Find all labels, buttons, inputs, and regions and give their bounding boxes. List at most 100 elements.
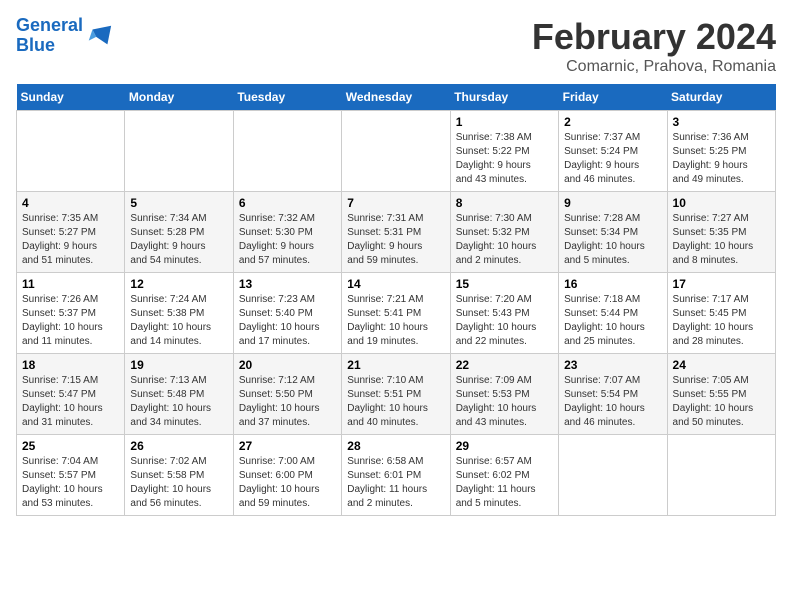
day-number: 12 [130,277,227,291]
calendar-week-0: 1 Sunrise: 7:38 AM Sunset: 5:22 PM Daylig… [17,111,776,192]
day-info: Sunrise: 7:37 AM Sunset: 5:24 PM Dayligh… [564,131,661,187]
day-header-wednesday: Wednesday [342,84,450,111]
day-number: 1 [456,115,553,129]
calendar-cell: 27 Sunrise: 7:00 AM Sunset: 6:00 PM Dayli… [233,435,341,516]
day-number: 29 [456,439,553,453]
day-info: Sunrise: 7:28 AM Sunset: 5:34 PM Dayligh… [564,212,661,268]
day-info: Sunrise: 6:57 AM Sunset: 6:02 PM Dayligh… [456,455,553,511]
calendar-cell [667,435,775,516]
day-info: Sunrise: 7:21 AM Sunset: 5:41 PM Dayligh… [347,293,444,349]
day-number: 9 [564,196,661,210]
day-header-monday: Monday [125,84,233,111]
day-number: 27 [239,439,336,453]
day-number: 6 [239,196,336,210]
calendar-cell: 24Sunrise: 7:05 AM Sunset: 5:55 PM Dayli… [667,354,775,435]
calendar-cell: 25 Sunrise: 7:04 AM Sunset: 5:57 PM Dayli… [17,435,125,516]
title-block: February 2024 Comarnic, Prahova, Romania [532,16,776,76]
day-number: 28 [347,439,444,453]
day-info: Sunrise: 7:09 AM Sunset: 5:53 PM Dayligh… [456,374,553,430]
day-info: Sunrise: 7:15 AM Sunset: 5:47 PM Dayligh… [22,374,119,430]
day-info: Sunrise: 7:17 AM Sunset: 5:45 PM Dayligh… [673,293,770,349]
day-number: 26 [130,439,227,453]
calendar-cell [125,111,233,192]
day-info: Sunrise: 7:13 AM Sunset: 5:48 PM Dayligh… [130,374,227,430]
day-info: Sunrise: 7:30 AM Sunset: 5:32 PM Dayligh… [456,212,553,268]
day-info: Sunrise: 7:32 AM Sunset: 5:30 PM Dayligh… [239,212,336,268]
calendar-cell [233,111,341,192]
day-number: 13 [239,277,336,291]
calendar-cell [559,435,667,516]
main-title: February 2024 [532,16,776,58]
day-number: 22 [456,358,553,372]
day-number: 17 [673,277,770,291]
calendar-cell: 23 Sunrise: 7:07 AM Sunset: 5:54 PM Dayli… [559,354,667,435]
calendar-cell: 29 Sunrise: 6:57 AM Sunset: 6:02 PM Dayli… [450,435,558,516]
calendar-cell: 4Sunrise: 7:35 AM Sunset: 5:27 PM Daylig… [17,192,125,273]
calendar-table: SundayMondayTuesdayWednesdayThursdayFrid… [16,84,776,516]
day-number: 19 [130,358,227,372]
day-number: 5 [130,196,227,210]
calendar-cell: 26Sunrise: 7:02 AM Sunset: 5:58 PM Dayli… [125,435,233,516]
day-header-saturday: Saturday [667,84,775,111]
day-number: 14 [347,277,444,291]
day-info: Sunrise: 7:04 AM Sunset: 5:57 PM Dayligh… [22,455,119,511]
day-info: Sunrise: 7:36 AM Sunset: 5:25 PM Dayligh… [673,131,770,187]
day-number: 15 [456,277,553,291]
day-info: Sunrise: 6:58 AM Sunset: 6:01 PM Dayligh… [347,455,444,511]
calendar-cell: 18 Sunrise: 7:15 AM Sunset: 5:47 PM Dayli… [17,354,125,435]
day-number: 18 [22,358,119,372]
calendar-cell: 16 Sunrise: 7:18 AM Sunset: 5:44 PM Dayli… [559,273,667,354]
day-info: Sunrise: 7:12 AM Sunset: 5:50 PM Dayligh… [239,374,336,430]
calendar-body: 1 Sunrise: 7:38 AM Sunset: 5:22 PM Daylig… [17,111,776,516]
day-number: 25 [22,439,119,453]
calendar-cell: 11 Sunrise: 7:26 AM Sunset: 5:37 PM Dayli… [17,273,125,354]
calendar-cell: 5 Sunrise: 7:34 AM Sunset: 5:28 PM Daylig… [125,192,233,273]
calendar-cell: 12 Sunrise: 7:24 AM Sunset: 5:38 PM Dayli… [125,273,233,354]
day-header-sunday: Sunday [17,84,125,111]
day-number: 16 [564,277,661,291]
calendar-cell: 7Sunrise: 7:31 AM Sunset: 5:31 PM Daylig… [342,192,450,273]
day-number: 10 [673,196,770,210]
calendar-cell: 10Sunrise: 7:27 AM Sunset: 5:35 PM Dayli… [667,192,775,273]
day-info: Sunrise: 7:31 AM Sunset: 5:31 PM Dayligh… [347,212,444,268]
calendar-week-3: 18 Sunrise: 7:15 AM Sunset: 5:47 PM Dayli… [17,354,776,435]
calendar-week-1: 4Sunrise: 7:35 AM Sunset: 5:27 PM Daylig… [17,192,776,273]
day-number: 21 [347,358,444,372]
calendar-cell: 1 Sunrise: 7:38 AM Sunset: 5:22 PM Daylig… [450,111,558,192]
calendar-cell: 14 Sunrise: 7:21 AM Sunset: 5:41 PM Dayli… [342,273,450,354]
day-info: Sunrise: 7:24 AM Sunset: 5:38 PM Dayligh… [130,293,227,349]
day-number: 23 [564,358,661,372]
calendar-cell: 2 Sunrise: 7:37 AM Sunset: 5:24 PM Daylig… [559,111,667,192]
day-header-thursday: Thursday [450,84,558,111]
logo-icon [85,22,113,50]
calendar-cell: 3 Sunrise: 7:36 AM Sunset: 5:25 PM Daylig… [667,111,775,192]
day-number: 3 [673,115,770,129]
calendar-cell: 19 Sunrise: 7:13 AM Sunset: 5:48 PM Dayli… [125,354,233,435]
calendar-cell: 9 Sunrise: 7:28 AM Sunset: 5:34 PM Daylig… [559,192,667,273]
day-number: 8 [456,196,553,210]
day-info: Sunrise: 7:23 AM Sunset: 5:40 PM Dayligh… [239,293,336,349]
day-info: Sunrise: 7:34 AM Sunset: 5:28 PM Dayligh… [130,212,227,268]
sub-title: Comarnic, Prahova, Romania [532,58,776,76]
day-info: Sunrise: 7:00 AM Sunset: 6:00 PM Dayligh… [239,455,336,511]
calendar-cell: 17 Sunrise: 7:17 AM Sunset: 5:45 PM Dayli… [667,273,775,354]
day-info: Sunrise: 7:38 AM Sunset: 5:22 PM Dayligh… [456,131,553,187]
calendar-week-2: 11 Sunrise: 7:26 AM Sunset: 5:37 PM Dayli… [17,273,776,354]
calendar-cell [17,111,125,192]
calendar-cell: 13 Sunrise: 7:23 AM Sunset: 5:40 PM Dayli… [233,273,341,354]
day-info: Sunrise: 7:10 AM Sunset: 5:51 PM Dayligh… [347,374,444,430]
calendar-cell: 20Sunrise: 7:12 AM Sunset: 5:50 PM Dayli… [233,354,341,435]
calendar-cell: 28 Sunrise: 6:58 AM Sunset: 6:01 PM Dayli… [342,435,450,516]
day-number: 4 [22,196,119,210]
day-number: 11 [22,277,119,291]
day-header-tuesday: Tuesday [233,84,341,111]
day-info: Sunrise: 7:07 AM Sunset: 5:54 PM Dayligh… [564,374,661,430]
day-number: 2 [564,115,661,129]
day-info: Sunrise: 7:26 AM Sunset: 5:37 PM Dayligh… [22,293,119,349]
day-info: Sunrise: 7:18 AM Sunset: 5:44 PM Dayligh… [564,293,661,349]
day-info: Sunrise: 7:05 AM Sunset: 5:55 PM Dayligh… [673,374,770,430]
page-header: GeneralBlue February 2024 Comarnic, Prah… [16,16,776,76]
calendar-cell: 21 Sunrise: 7:10 AM Sunset: 5:51 PM Dayli… [342,354,450,435]
logo-text: GeneralBlue [16,16,83,56]
logo: GeneralBlue [16,16,113,56]
